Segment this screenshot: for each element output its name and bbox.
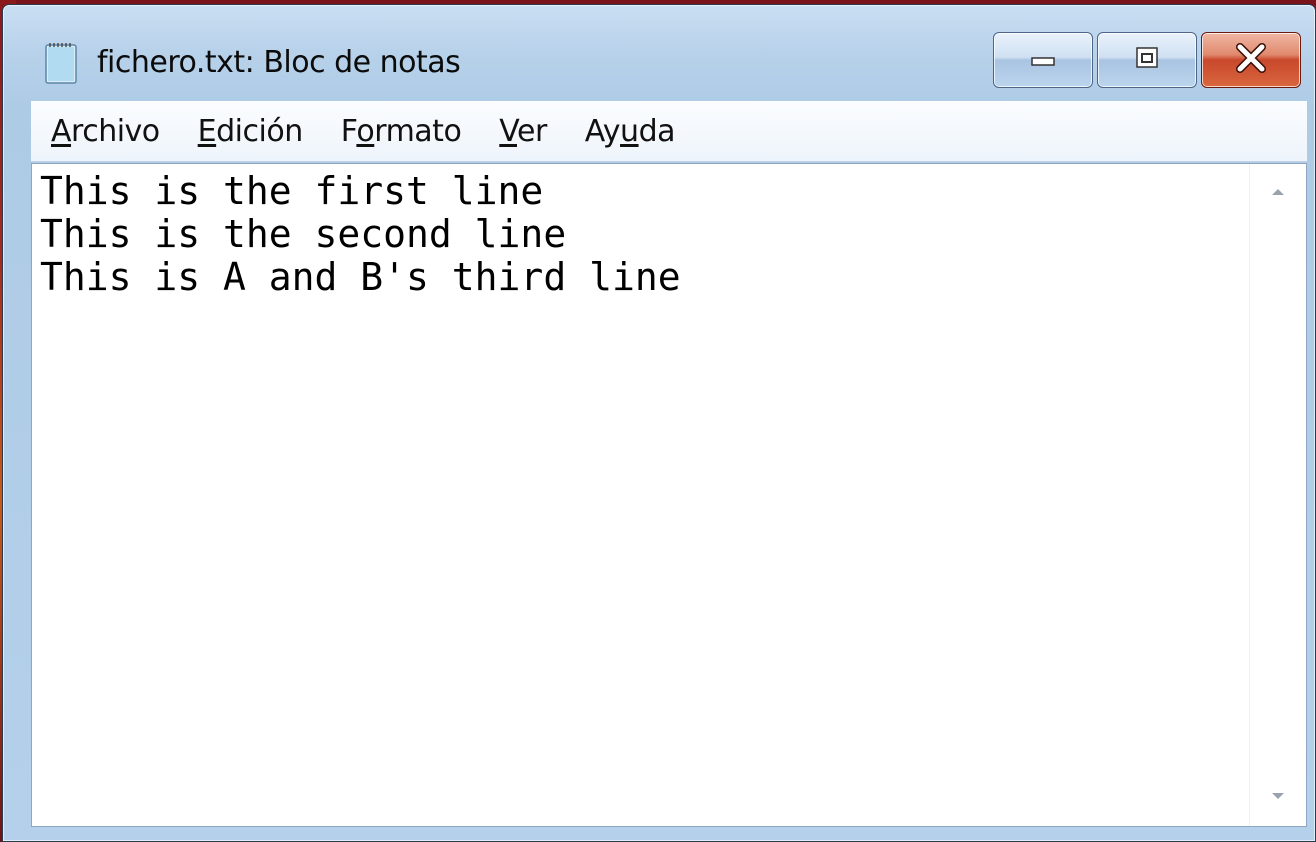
menu-label-part: dición (216, 113, 303, 149)
title-bar[interactable]: fichero.txt: Bloc de notas (3, 5, 1315, 97)
notepad-icon[interactable] (45, 41, 79, 85)
scroll-up-button[interactable] (1250, 164, 1306, 220)
menu-label-part: F (340, 113, 357, 149)
close-icon (1234, 43, 1268, 77)
text-line: This is A and B's third line (40, 255, 681, 299)
menu-label-part: da (638, 113, 676, 149)
menu-accelerator: u (620, 113, 639, 149)
menu-formato[interactable]: Formato (341, 114, 462, 149)
menu-label-part: er (517, 113, 547, 149)
menu-accelerator: V (499, 113, 517, 149)
vertical-scrollbar[interactable] (1249, 164, 1306, 826)
menu-bar: Archivo Edición Formato Ver Ayuda (31, 101, 1307, 162)
window-title: fichero.txt: Bloc de notas (97, 45, 461, 80)
menu-label-part: rmato (374, 113, 462, 149)
text-line: This is the second line (40, 212, 567, 256)
menu-label-part: rchivo (71, 113, 160, 149)
notepad-window: fichero.txt: Bloc de notas Archivo Edici… (2, 4, 1316, 842)
menu-accelerator: E (197, 113, 217, 149)
menu-label-part: Ay (584, 113, 621, 149)
text-line: This is the first line (40, 170, 544, 213)
scroll-up-arrow-icon (1268, 183, 1288, 202)
text-editor[interactable]: This is the first line This is the second… (31, 163, 1307, 827)
minimize-button[interactable] (993, 32, 1093, 88)
menu-ayuda[interactable]: Ayuda (584, 113, 676, 149)
maximize-icon (1134, 46, 1160, 74)
menu-edicion[interactable]: Edición (197, 113, 304, 149)
menu-ver[interactable]: Ver (499, 114, 547, 149)
scroll-down-button[interactable] (1250, 770, 1306, 826)
close-button[interactable] (1201, 32, 1301, 88)
menu-accelerator: A (51, 113, 72, 149)
text-content[interactable]: This is the first line This is the second… (40, 170, 1246, 820)
scroll-down-arrow-icon (1268, 789, 1288, 808)
scroll-track[interactable] (1250, 220, 1306, 770)
menu-archivo[interactable]: Archivo (51, 114, 160, 149)
menu-accelerator: o (356, 113, 375, 149)
maximize-button[interactable] (1097, 32, 1197, 88)
minimize-icon (1028, 48, 1058, 72)
